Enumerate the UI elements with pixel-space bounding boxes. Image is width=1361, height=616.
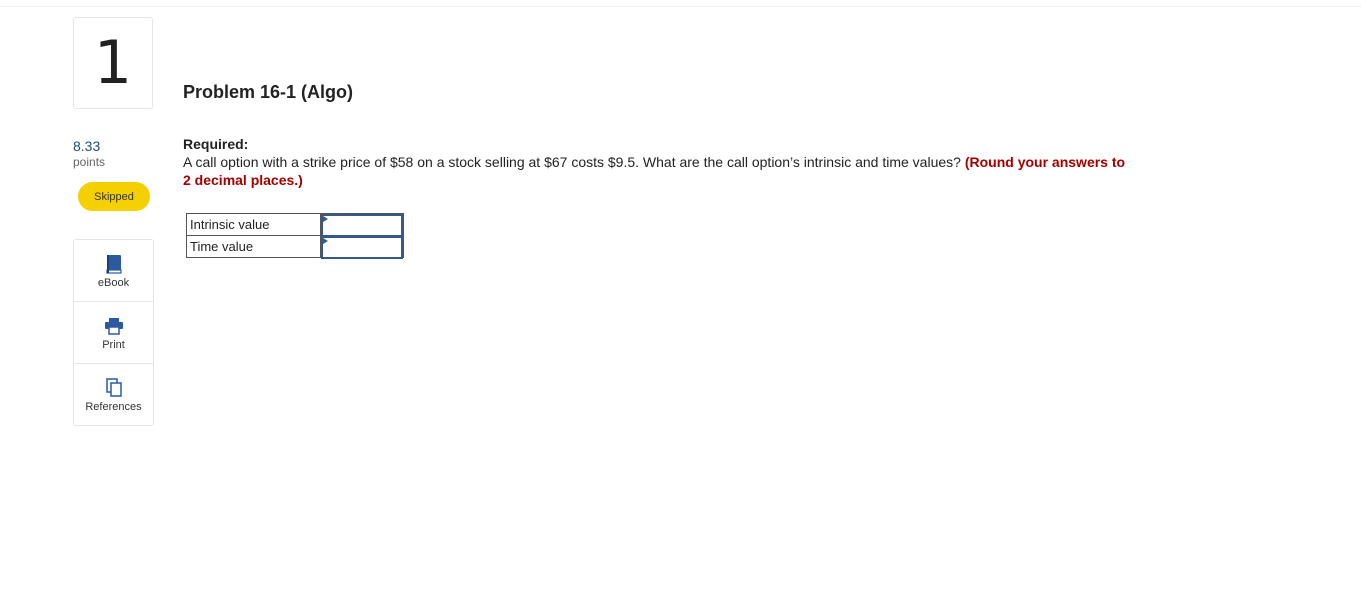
references-button[interactable]: References	[74, 364, 153, 425]
references-label: References	[85, 400, 142, 413]
problem-title: Problem 16-1 (Algo)	[183, 82, 354, 102]
resources-panel: eBook Print References	[73, 239, 154, 426]
row-label-intrinsic-value: Intrinsic value	[186, 213, 321, 236]
copy-icon	[105, 377, 123, 399]
book-icon	[105, 253, 123, 275]
printer-icon	[104, 315, 124, 337]
time-value-input[interactable]	[321, 236, 403, 259]
answer-cell	[320, 235, 404, 259]
question-text: A call option with a strike price of $58…	[183, 153, 1133, 189]
flag-icon	[323, 238, 328, 244]
top-divider	[0, 6, 1361, 7]
row-label-time-value: Time value	[186, 235, 321, 258]
answer-cell	[320, 213, 404, 237]
points-value: 8.33	[73, 138, 101, 154]
ebook-label: eBook	[97, 276, 130, 289]
intrinsic-value-input[interactable]	[321, 214, 403, 237]
question-body: A call option with a strike price of $58…	[183, 154, 961, 170]
print-button[interactable]: Print	[74, 302, 153, 364]
points-label: points	[73, 155, 106, 169]
status-badge: Skipped	[78, 182, 150, 211]
question-number: 1	[73, 17, 153, 109]
flag-icon	[323, 216, 328, 222]
required-label: Required:	[183, 136, 249, 152]
ebook-button[interactable]: eBook	[74, 240, 153, 302]
table-row: Intrinsic value	[186, 213, 404, 237]
answer-table: Intrinsic value Time value	[186, 213, 404, 259]
table-row: Time value	[186, 235, 404, 259]
print-label: Print	[102, 338, 125, 351]
